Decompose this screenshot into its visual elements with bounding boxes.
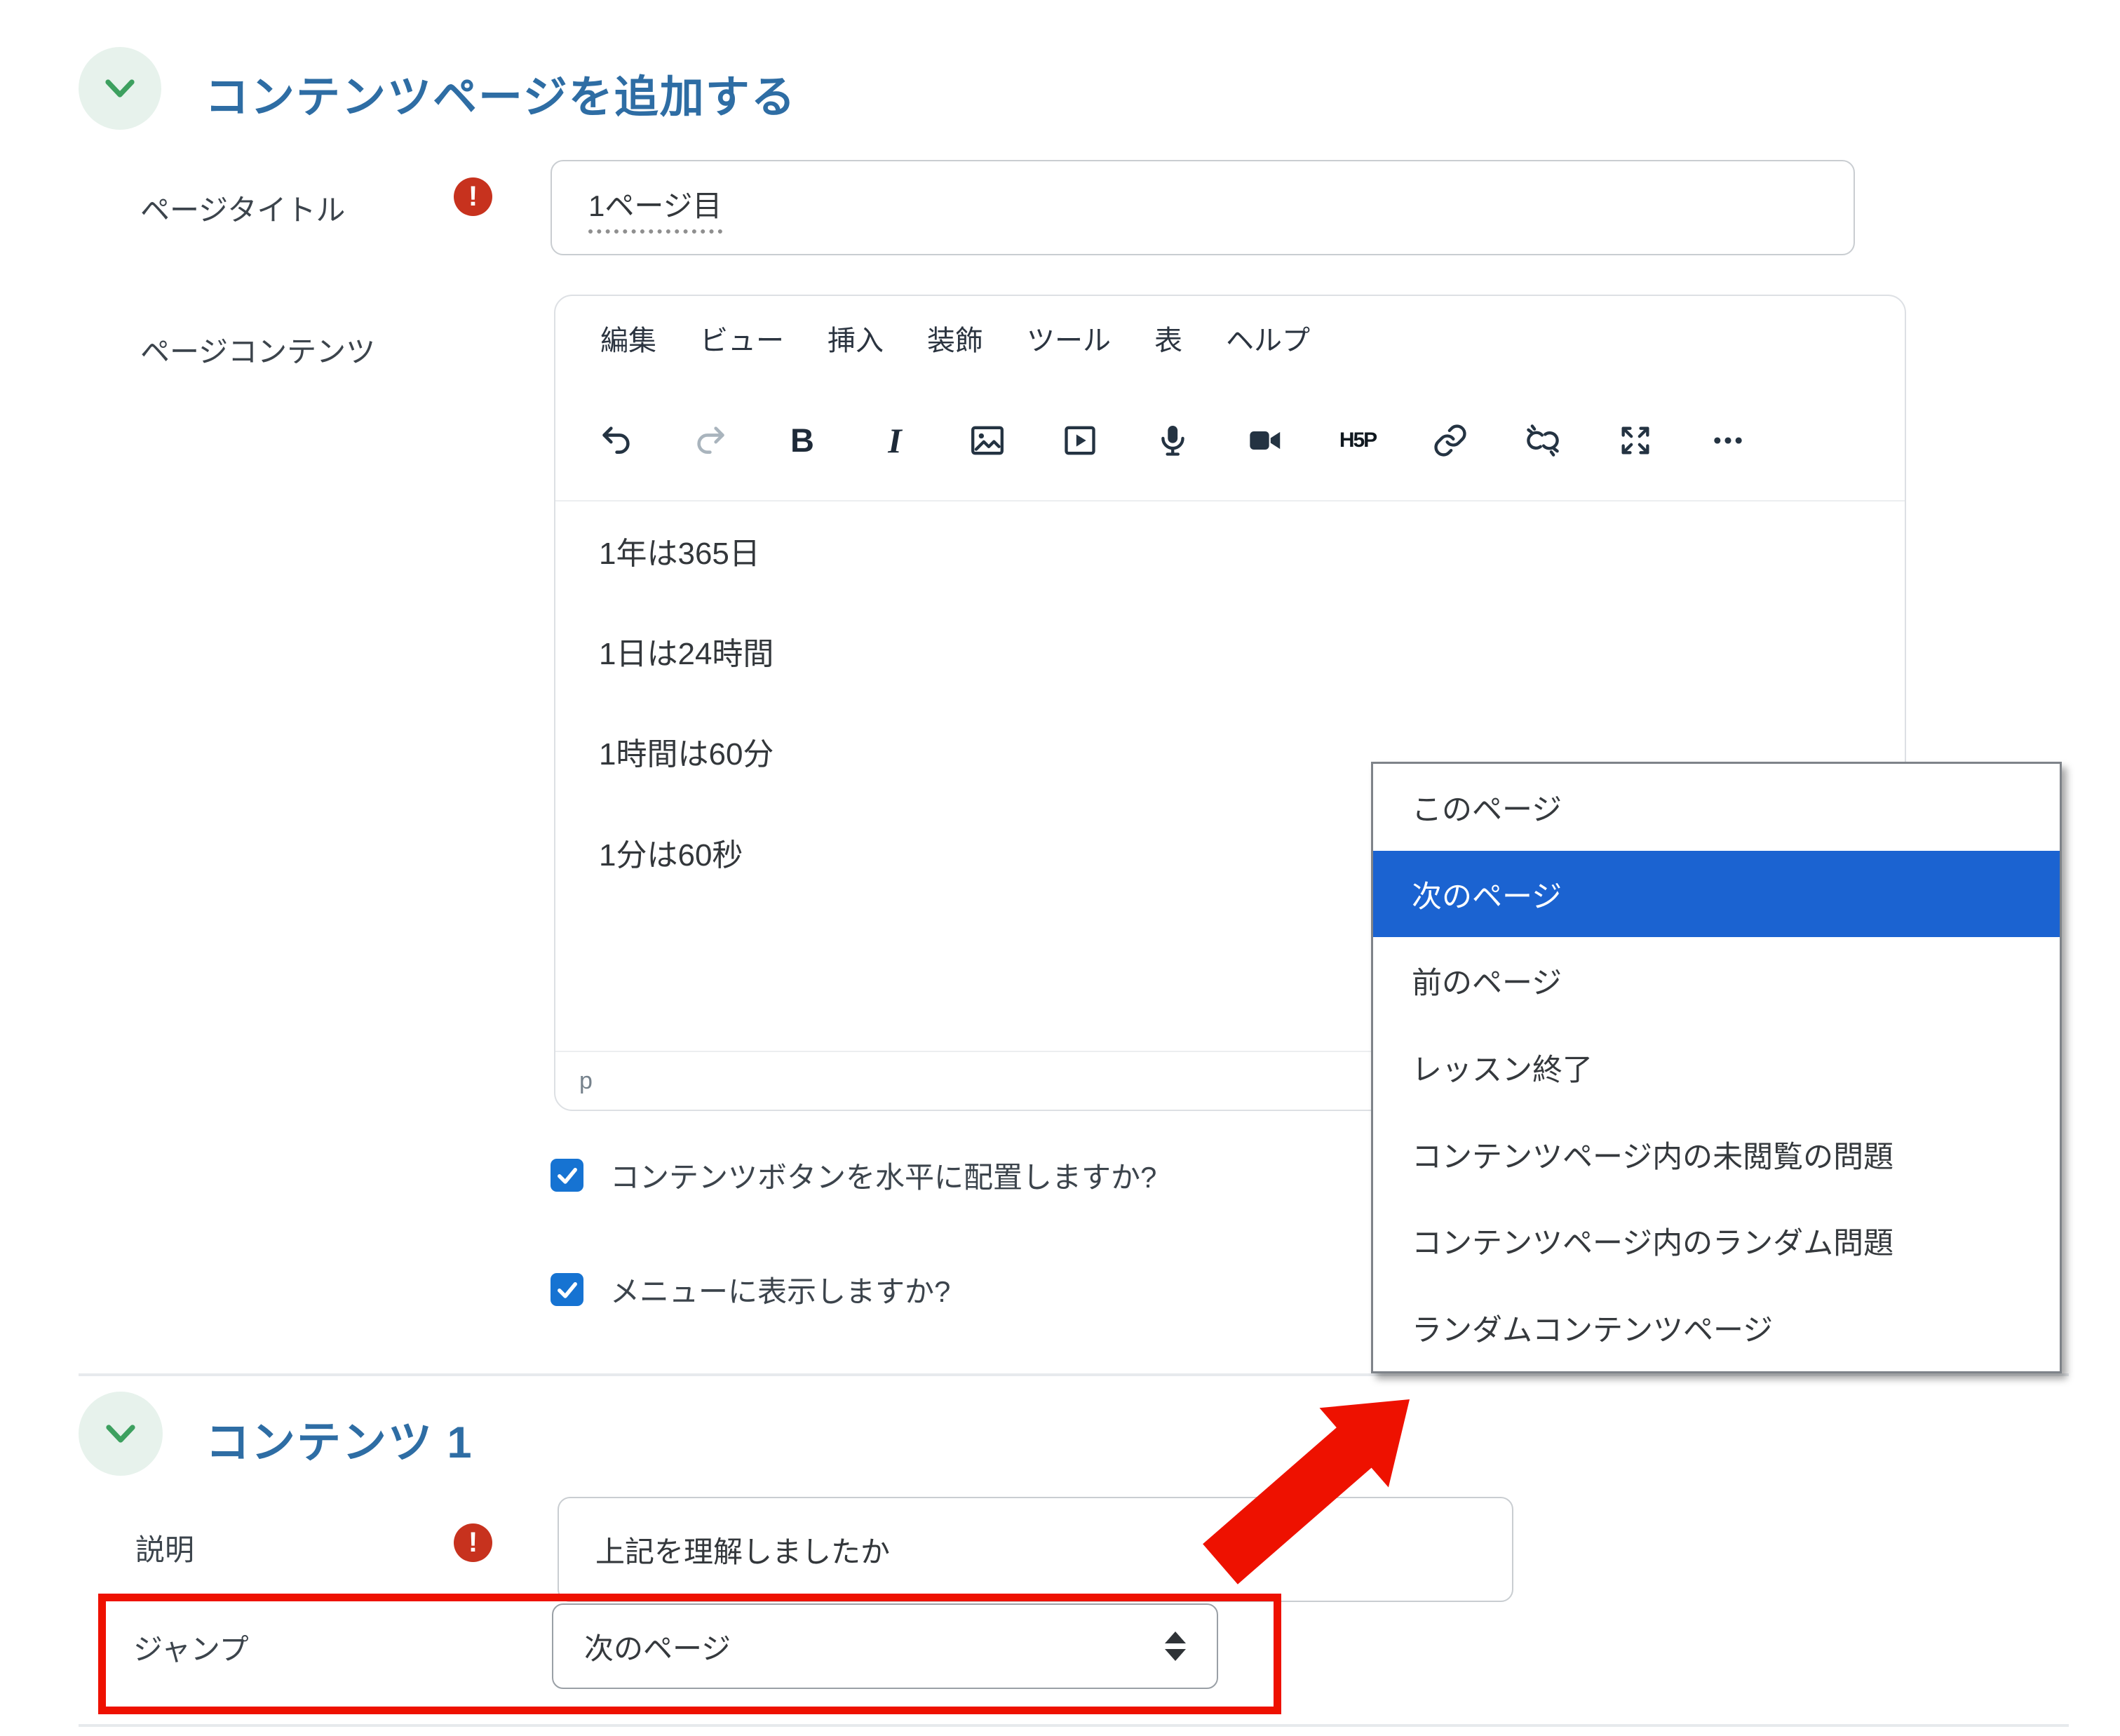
bold-button[interactable]: B: [783, 421, 822, 460]
checkmark-icon: [555, 1163, 580, 1188]
undo-icon: [599, 422, 635, 459]
h5p-button[interactable]: H5P: [1338, 421, 1377, 460]
dropdown-option-unseen-question[interactable]: コンテンツページ内の未閲覧の問題: [1373, 1111, 2060, 1198]
insert-image-button[interactable]: [968, 421, 1007, 460]
dropdown-option-end-of-lesson[interactable]: レッスン終了: [1373, 1024, 2060, 1111]
dropdown-option-next-page[interactable]: 次のページ: [1373, 851, 2060, 938]
jump-options-dropdown: このページ 次のページ 前のページ レッスン終了 コンテンツページ内の未閲覧の問…: [1371, 762, 2062, 1373]
exclamation-glyph: !: [468, 1527, 478, 1559]
menu-tools[interactable]: ツール: [1027, 318, 1111, 358]
editor-paragraph: 1年は365日: [599, 538, 1877, 570]
fullscreen-icon: [1617, 422, 1654, 459]
required-icon: !: [454, 177, 492, 216]
horizontal-buttons-label: コンテンツボタンを水平に配置しますか?: [610, 1154, 1156, 1197]
checkmark-icon: [555, 1277, 580, 1303]
video-camera-icon: [1247, 422, 1283, 459]
section-divider: [79, 1724, 2069, 1727]
h5p-icon: H5P: [1339, 429, 1376, 452]
italic-button[interactable]: I: [875, 421, 914, 460]
dropdown-option-random-question[interactable]: コンテンツページ内のランダム問題: [1373, 1198, 2060, 1285]
editor-menubar: 編集 ビュー 挿入 装飾 ツール 表 ヘルプ: [555, 296, 1905, 380]
redo-icon: [691, 422, 728, 459]
undo-button[interactable]: [597, 421, 637, 460]
section-title-add-content-page: コンテンツページを追加する: [205, 62, 797, 126]
more-icon: [1710, 422, 1746, 459]
video-icon: [1062, 422, 1098, 459]
triangle-down-icon: [1165, 1649, 1186, 1661]
editor-paragraph: 1日は24時間: [599, 638, 1877, 671]
chevron-down-icon: [102, 1418, 140, 1450]
chevron-down-icon: [101, 72, 139, 105]
section-divider: [79, 1373, 2069, 1376]
dropdown-option-previous-page[interactable]: 前のページ: [1373, 937, 2060, 1024]
editor-toolbar: B I: [555, 380, 1905, 502]
more-toolbar-button[interactable]: [1708, 421, 1748, 460]
image-icon: [969, 422, 1006, 459]
menu-insert[interactable]: 挿入: [828, 318, 884, 358]
section-collapse-button[interactable]: [79, 1392, 163, 1476]
page-title-value: 1ページ目: [588, 182, 722, 234]
display-in-menu-label: メニューに表示しますか?: [610, 1268, 950, 1311]
triangle-up-icon: [1165, 1631, 1186, 1643]
link-button[interactable]: [1431, 421, 1470, 460]
description-label: 説明: [135, 1526, 194, 1569]
required-icon: !: [454, 1523, 492, 1562]
display-in-menu-checkbox[interactable]: [551, 1273, 583, 1306]
red-annotation-arrow: [1192, 1389, 1438, 1599]
dropdown-option-this-page[interactable]: このページ: [1373, 764, 2060, 851]
italic-icon: I: [888, 420, 901, 461]
checkbox-row: コンテンツボタンを水平に配置しますか?: [551, 1154, 1156, 1197]
redo-button[interactable]: [690, 421, 729, 460]
record-audio-button[interactable]: [1153, 421, 1192, 460]
menu-edit[interactable]: 編集: [600, 318, 656, 358]
page-title-input[interactable]: 1ページ目: [551, 160, 1855, 255]
insert-media-button[interactable]: [1060, 421, 1100, 460]
horizontal-buttons-checkbox[interactable]: [551, 1159, 583, 1192]
menu-view[interactable]: ビュー: [700, 318, 784, 358]
select-arrows-icon: [1165, 1631, 1186, 1661]
lesson-edit-page: コンテンツページを追加する ページタイトル ! 1ページ目 ページコンテンツ 編…: [0, 0, 2120, 1736]
menu-table[interactable]: 表: [1154, 318, 1182, 358]
bold-icon: B: [790, 421, 814, 459]
fullscreen-button[interactable]: [1616, 421, 1655, 460]
unlink-icon: [1525, 422, 1561, 459]
dropdown-option-random-content-page[interactable]: ランダムコンテンツページ: [1373, 1284, 2060, 1371]
menu-help[interactable]: ヘルプ: [1226, 318, 1310, 358]
microphone-icon: [1154, 422, 1191, 459]
description-value: 上記を理解しましたか: [595, 1528, 890, 1571]
record-video-button[interactable]: [1245, 421, 1285, 460]
page-contents-label: ページコンテンツ: [140, 328, 375, 371]
unlink-button[interactable]: [1523, 421, 1562, 460]
menu-format[interactable]: 装飾: [927, 318, 983, 358]
jump-select-value: 次のページ: [584, 1625, 731, 1668]
exclamation-glyph: !: [468, 181, 478, 213]
checkbox-row: メニューに表示しますか?: [551, 1268, 950, 1311]
section-title-content-1: コンテンツ 1: [205, 1407, 473, 1471]
section-collapse-button[interactable]: [79, 47, 161, 130]
link-icon: [1432, 422, 1469, 459]
jump-select[interactable]: 次のページ: [552, 1603, 1218, 1689]
element-path[interactable]: p: [579, 1068, 593, 1095]
page-title-label: ページタイトル: [140, 187, 345, 229]
